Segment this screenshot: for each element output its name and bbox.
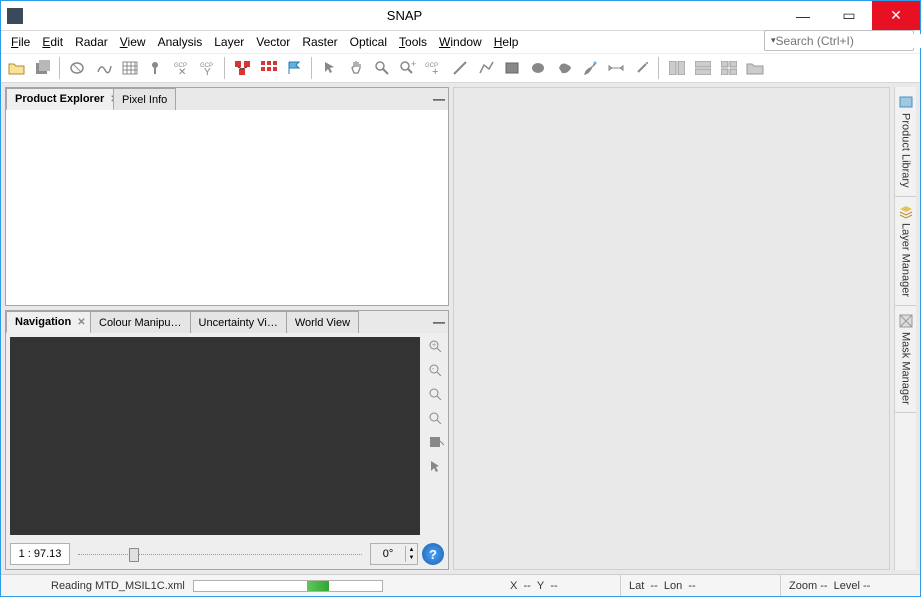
- tab-pixel-info[interactable]: Pixel Info: [113, 88, 176, 110]
- sidebar-mask-manager[interactable]: Mask Manager: [895, 306, 916, 414]
- zoom-ratio-field[interactable]: [10, 543, 70, 565]
- tab-product-explorer[interactable]: Product Explorer ✕: [6, 88, 114, 110]
- zoom-fit-icon[interactable]: [426, 385, 446, 405]
- folder-icon[interactable]: [743, 56, 767, 80]
- gcp-y-icon[interactable]: GCPY: [196, 56, 220, 80]
- rotation-spinner[interactable]: 0° ▲ ▼: [370, 543, 418, 565]
- sidebar-product-library[interactable]: Product Library: [895, 87, 916, 197]
- rect-tool-icon[interactable]: [500, 56, 524, 80]
- app-icon: [7, 8, 23, 24]
- batch-icon[interactable]: [257, 56, 281, 80]
- ellipse-tool-icon[interactable]: [526, 56, 550, 80]
- svg-text:-: -: [432, 366, 435, 373]
- tab-colour-manipulation[interactable]: Colour Manipu…: [90, 311, 191, 333]
- library-icon: [899, 95, 913, 109]
- pan-icon[interactable]: [344, 56, 368, 80]
- window-title: SNAP: [29, 8, 780, 23]
- save-all-icon[interactable]: [31, 56, 55, 80]
- zoom-out-icon[interactable]: -: [426, 361, 446, 381]
- close-icon[interactable]: ✕: [110, 94, 114, 105]
- tab-world-view[interactable]: World View: [286, 311, 359, 333]
- zoom-slider[interactable]: [78, 543, 362, 565]
- menu-analysis[interactable]: Analysis: [152, 33, 209, 51]
- menu-edit[interactable]: Edit: [36, 33, 69, 51]
- navigation-canvas[interactable]: [10, 337, 420, 535]
- menu-view[interactable]: View: [114, 33, 152, 51]
- search-input[interactable]: [776, 34, 921, 48]
- close-icon[interactable]: ✕: [77, 317, 85, 328]
- gcp-x-icon[interactable]: GCP✕: [170, 56, 194, 80]
- zoom-plus-icon[interactable]: +: [396, 56, 420, 80]
- sidebar-layer-manager[interactable]: Layer Manager: [895, 197, 916, 306]
- status-task-label: Reading MTD_MSIL1C.xml: [51, 580, 185, 592]
- sync-views-icon[interactable]: [426, 433, 446, 453]
- tab-uncertainty-visualisation[interactable]: Uncertainty Vi…: [190, 311, 287, 333]
- navigation-panel: Navigation ✕ Colour Manipu… Uncertainty …: [5, 310, 449, 570]
- help-icon[interactable]: ?: [422, 543, 444, 565]
- layout-v-icon[interactable]: [691, 56, 715, 80]
- range-tool-icon[interactable]: [604, 56, 628, 80]
- product-explorer-panel: Product Explorer ✕ Pixel Info —: [5, 87, 449, 306]
- red-graph-icon[interactable]: [231, 56, 255, 80]
- mask-icon: [899, 314, 913, 328]
- menu-help[interactable]: Help: [488, 33, 525, 51]
- right-sidebar: Product Library Layer Manager Mask Manag…: [894, 87, 916, 570]
- line-tool-icon[interactable]: [448, 56, 472, 80]
- draw-tool-icon[interactable]: [578, 56, 602, 80]
- status-bar: Reading MTD_MSIL1C.xml X -- Y -- Lat -- …: [1, 574, 920, 596]
- progress-bar: [193, 580, 383, 592]
- maximize-button[interactable]: ▭: [826, 1, 872, 30]
- polyline-tool-icon[interactable]: [474, 56, 498, 80]
- menu-radar[interactable]: Radar: [69, 33, 114, 51]
- menu-bar: File Edit Radar View Analysis Layer Vect…: [1, 31, 920, 53]
- svg-text:+: +: [411, 60, 416, 69]
- svg-text:✕: ✕: [178, 67, 186, 76]
- menu-tools[interactable]: Tools: [393, 33, 433, 51]
- rotation-up-icon[interactable]: ▲: [405, 546, 417, 554]
- slider-thumb[interactable]: [129, 548, 139, 562]
- layers-icon: [899, 205, 913, 219]
- menu-window[interactable]: Window: [433, 33, 488, 51]
- layout-h-icon[interactable]: [665, 56, 689, 80]
- svg-text:Y: Y: [204, 67, 211, 76]
- sync-cursor-icon[interactable]: [426, 457, 446, 477]
- minimize-button[interactable]: —: [780, 1, 826, 30]
- pointer-icon[interactable]: [318, 56, 342, 80]
- zoom-icon[interactable]: [370, 56, 394, 80]
- zoom-in-icon[interactable]: +: [426, 337, 446, 357]
- title-bar: SNAP — ▭ ✕: [1, 1, 920, 31]
- open-icon[interactable]: [5, 56, 29, 80]
- svg-text:+: +: [432, 66, 438, 76]
- menu-file[interactable]: File: [5, 33, 36, 51]
- polygon-tool-icon[interactable]: [552, 56, 576, 80]
- shape-tool-2-icon[interactable]: [92, 56, 116, 80]
- main-area: Product Explorer ✕ Pixel Info — Navigati…: [1, 83, 920, 574]
- flag-tool-icon[interactable]: [283, 56, 307, 80]
- close-button[interactable]: ✕: [872, 1, 920, 30]
- svg-text:+: +: [432, 342, 436, 349]
- pin-tool-icon[interactable]: [144, 56, 168, 80]
- zoom-actual-icon[interactable]: [426, 409, 446, 429]
- wand-tool-icon[interactable]: [630, 56, 654, 80]
- grid-tool-icon[interactable]: [118, 56, 142, 80]
- minimize-panel-icon[interactable]: —: [430, 311, 448, 333]
- menu-layer[interactable]: Layer: [208, 33, 250, 51]
- menu-optical[interactable]: Optical: [344, 33, 393, 51]
- minimize-panel-icon[interactable]: —: [430, 88, 448, 110]
- gcp-plus-icon[interactable]: GCP+: [422, 56, 446, 80]
- tab-navigation[interactable]: Navigation ✕: [6, 311, 91, 333]
- menu-vector[interactable]: Vector: [250, 33, 296, 51]
- toolbar: GCP✕ GCPY + GCP+: [1, 53, 920, 83]
- search-box[interactable]: ▾: [764, 30, 914, 51]
- editor-area[interactable]: [453, 87, 890, 570]
- shape-tool-1-icon[interactable]: [66, 56, 90, 80]
- menu-raster[interactable]: Raster: [296, 33, 343, 51]
- product-explorer-body[interactable]: [6, 109, 448, 305]
- layout-grid-icon[interactable]: [717, 56, 741, 80]
- rotation-down-icon[interactable]: ▼: [405, 554, 417, 562]
